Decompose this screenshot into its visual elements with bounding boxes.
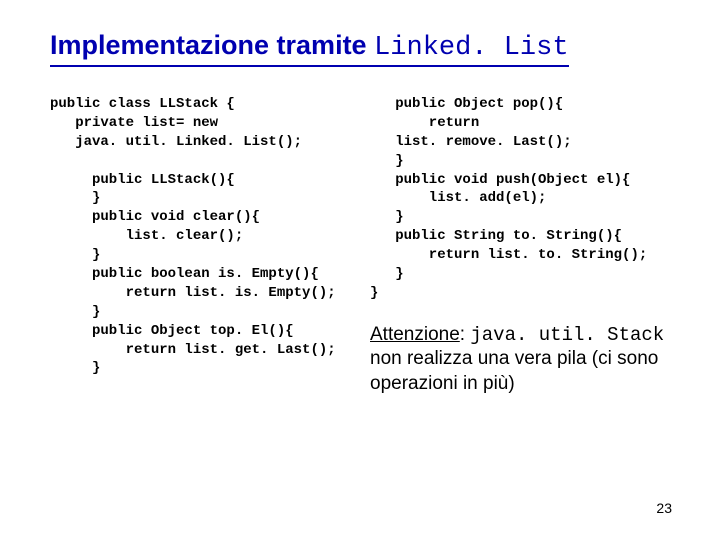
title-mono: Linked. List <box>374 33 568 63</box>
note-underline: Attenzione <box>370 324 460 345</box>
note-paragraph: Attenzione: java. util. Stack non realiz… <box>370 323 680 397</box>
content-columns: public class LLStack { private list= new… <box>50 95 680 397</box>
note-mono: java. util. Stack <box>470 324 664 346</box>
code-right: public Object pop(){ return list. remove… <box>370 95 680 303</box>
left-column: public class LLStack { private list= new… <box>50 95 360 397</box>
slide-title: Implementazione tramite Linked. List <box>50 30 569 67</box>
page-number: 23 <box>656 500 672 516</box>
title-prefix: Implementazione tramite <box>50 30 374 60</box>
code-left: public class LLStack { private list= new… <box>50 95 360 378</box>
note-rest: non realizza una vera pila (ci sono oper… <box>370 348 658 394</box>
right-column: public Object pop(){ return list. remove… <box>370 95 680 397</box>
